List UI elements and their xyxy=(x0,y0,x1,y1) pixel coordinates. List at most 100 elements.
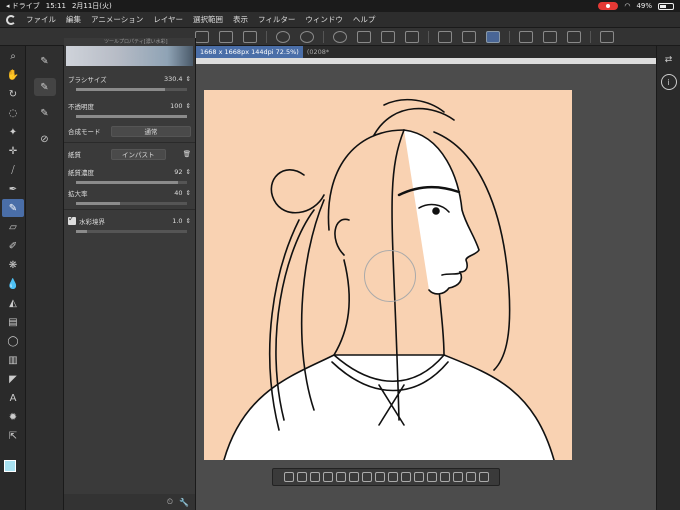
watercolor-edge-value[interactable]: 1.0 xyxy=(172,217,182,225)
brush-size-value[interactable]: 330.4 xyxy=(164,75,183,83)
launcher-btn-12-icon[interactable] xyxy=(426,472,437,482)
redo-icon[interactable] xyxy=(300,30,314,43)
scale-value[interactable]: 40 xyxy=(174,189,182,197)
opacity-slider[interactable] xyxy=(76,115,187,118)
export-icon[interactable] xyxy=(243,30,257,43)
launcher-btn-3-icon[interactable] xyxy=(309,472,320,482)
launcher-btn-8-icon[interactable] xyxy=(374,472,385,482)
clear-icon[interactable] xyxy=(357,30,371,43)
panel-switch-icon[interactable]: ⇄ xyxy=(661,52,677,68)
main-color-swatch[interactable] xyxy=(4,460,16,472)
menu-bar: ファイル 編集 アニメーション レイヤー 選択範囲 表示 フィルター ウィンドウ… xyxy=(0,12,680,28)
lasso-icon[interactable]: ◌ xyxy=(2,104,24,122)
subtool-settings-icon[interactable]: ⊘ xyxy=(34,130,56,148)
launcher-btn-14-icon[interactable] xyxy=(452,472,463,482)
launcher-btn-15-icon[interactable] xyxy=(465,472,476,482)
menu-help[interactable]: ヘルプ xyxy=(353,14,376,25)
show-selection-icon[interactable] xyxy=(486,30,500,43)
screen-record-icon[interactable] xyxy=(598,2,619,10)
menu-view[interactable]: 表示 xyxy=(233,14,248,25)
time-text: 15:11 xyxy=(45,2,66,10)
launcher-btn-11-icon[interactable] xyxy=(413,472,424,482)
paper-texture-button[interactable]: インパスト xyxy=(111,148,166,160)
launcher-btn-16-icon[interactable] xyxy=(478,472,489,482)
hand-icon[interactable]: ✋ xyxy=(2,66,24,84)
paper-density-value[interactable]: 92 xyxy=(174,168,182,176)
document-tab-inactive[interactable]: (0208* xyxy=(303,46,333,58)
launcher-btn-13-icon[interactable] xyxy=(439,472,450,482)
app-logo-icon[interactable] xyxy=(6,14,16,25)
brush-icon[interactable]: ✎ xyxy=(2,199,24,217)
move-icon[interactable]: ✛ xyxy=(2,142,24,160)
opacity-label: 不透明度 xyxy=(68,103,94,111)
blend-mode-dropdown[interactable]: 通常 xyxy=(111,125,191,137)
launcher-btn-2-icon[interactable] xyxy=(296,472,307,482)
subtool-brush-3-icon[interactable]: ✎ xyxy=(34,104,56,122)
open-file-icon[interactable] xyxy=(195,30,209,43)
launcher-btn-4-icon[interactable] xyxy=(322,472,333,482)
document-tab-active[interactable]: 1668 x 1668px 144dpi 72.5%) xyxy=(196,46,303,58)
subtool-brush-1-icon[interactable]: ✎ xyxy=(34,52,56,70)
stepper-icon[interactable]: ⇕ xyxy=(186,168,191,176)
menu-filter[interactable]: フィルター xyxy=(258,14,295,25)
zoom-icon[interactable]: ⌕ xyxy=(2,47,24,65)
grid-snap-icon[interactable] xyxy=(567,30,581,43)
undo-icon[interactable] xyxy=(276,30,290,43)
blend-icon[interactable]: 💧 xyxy=(2,275,24,293)
stepper-icon[interactable]: ⇕ xyxy=(186,75,191,83)
launcher-btn-5-icon[interactable] xyxy=(335,472,346,482)
stepper-icon[interactable]: ⇕ xyxy=(186,189,191,197)
airbrush-icon[interactable]: ✐ xyxy=(2,237,24,255)
menu-window[interactable]: ウィンドウ xyxy=(305,14,343,25)
gradient-icon[interactable]: ▤ xyxy=(2,313,24,331)
wrench-icon[interactable]: 🔧 xyxy=(179,498,189,507)
pen-icon[interactable]: ✒ xyxy=(2,180,24,198)
eyedropper-icon[interactable]: ⧸ xyxy=(2,161,24,179)
paper-density-label: 紙質濃度 xyxy=(68,169,94,177)
watercolor-edge-checkbox[interactable] xyxy=(68,214,76,225)
menu-layer[interactable]: レイヤー xyxy=(153,14,183,25)
stepper-icon[interactable]: ⇕ xyxy=(186,102,191,110)
launcher-btn-1-icon[interactable] xyxy=(283,472,294,482)
subtool-brush-2-icon[interactable]: ✎ xyxy=(33,78,56,96)
fill-bucket-icon[interactable]: ◭ xyxy=(2,294,24,312)
invert-selection-icon[interactable] xyxy=(462,30,476,43)
balloon-icon[interactable]: ◤ xyxy=(2,370,24,388)
ruler-snap-icon[interactable] xyxy=(519,30,533,43)
paper-density-slider[interactable] xyxy=(76,181,187,184)
trash-icon[interactable]: 🗑 xyxy=(183,150,191,158)
text-icon[interactable]: A xyxy=(2,389,24,407)
frame-icon[interactable]: ▥ xyxy=(2,351,24,369)
menu-edit[interactable]: 編集 xyxy=(66,14,81,25)
eraser-icon[interactable]: ▱ xyxy=(2,218,24,236)
loading-icon[interactable] xyxy=(333,30,347,43)
launcher-btn-10-icon[interactable] xyxy=(400,472,411,482)
shape-icon[interactable]: ◯ xyxy=(2,332,24,350)
fill-icon[interactable] xyxy=(381,30,395,43)
brush-size-slider[interactable] xyxy=(76,88,187,91)
back-to-app-link[interactable]: ◂ ドライブ xyxy=(6,1,40,11)
save-icon[interactable] xyxy=(219,30,233,43)
magic-wand-icon[interactable]: ✦ xyxy=(2,123,24,141)
menu-selection[interactable]: 選択範囲 xyxy=(193,14,223,25)
opacity-value[interactable]: 100 xyxy=(170,102,182,110)
ruler-icon[interactable]: ✹ xyxy=(2,408,24,426)
decoration-icon[interactable]: ❋ xyxy=(2,256,24,274)
transform-icon[interactable] xyxy=(405,30,419,43)
correct-line-icon[interactable]: ⇱ xyxy=(2,427,24,445)
launcher-btn-7-icon[interactable] xyxy=(361,472,372,482)
special-ruler-snap-icon[interactable] xyxy=(543,30,557,43)
info-icon[interactable]: i xyxy=(660,74,677,90)
reset-icon[interactable]: ⏲ xyxy=(167,497,173,507)
launcher-btn-6-icon[interactable] xyxy=(348,472,359,482)
deselect-icon[interactable] xyxy=(438,30,452,43)
drawing-canvas[interactable] xyxy=(204,90,572,460)
launcher-btn-9-icon[interactable] xyxy=(387,472,398,482)
menu-animation[interactable]: アニメーション xyxy=(91,14,143,25)
rotate-icon[interactable]: ↻ xyxy=(2,85,24,103)
watercolor-edge-slider[interactable] xyxy=(76,230,187,233)
menu-file[interactable]: ファイル xyxy=(26,14,56,25)
share-icon[interactable] xyxy=(600,30,614,43)
stepper-icon[interactable]: ⇕ xyxy=(186,217,191,225)
scale-slider[interactable] xyxy=(76,202,187,205)
